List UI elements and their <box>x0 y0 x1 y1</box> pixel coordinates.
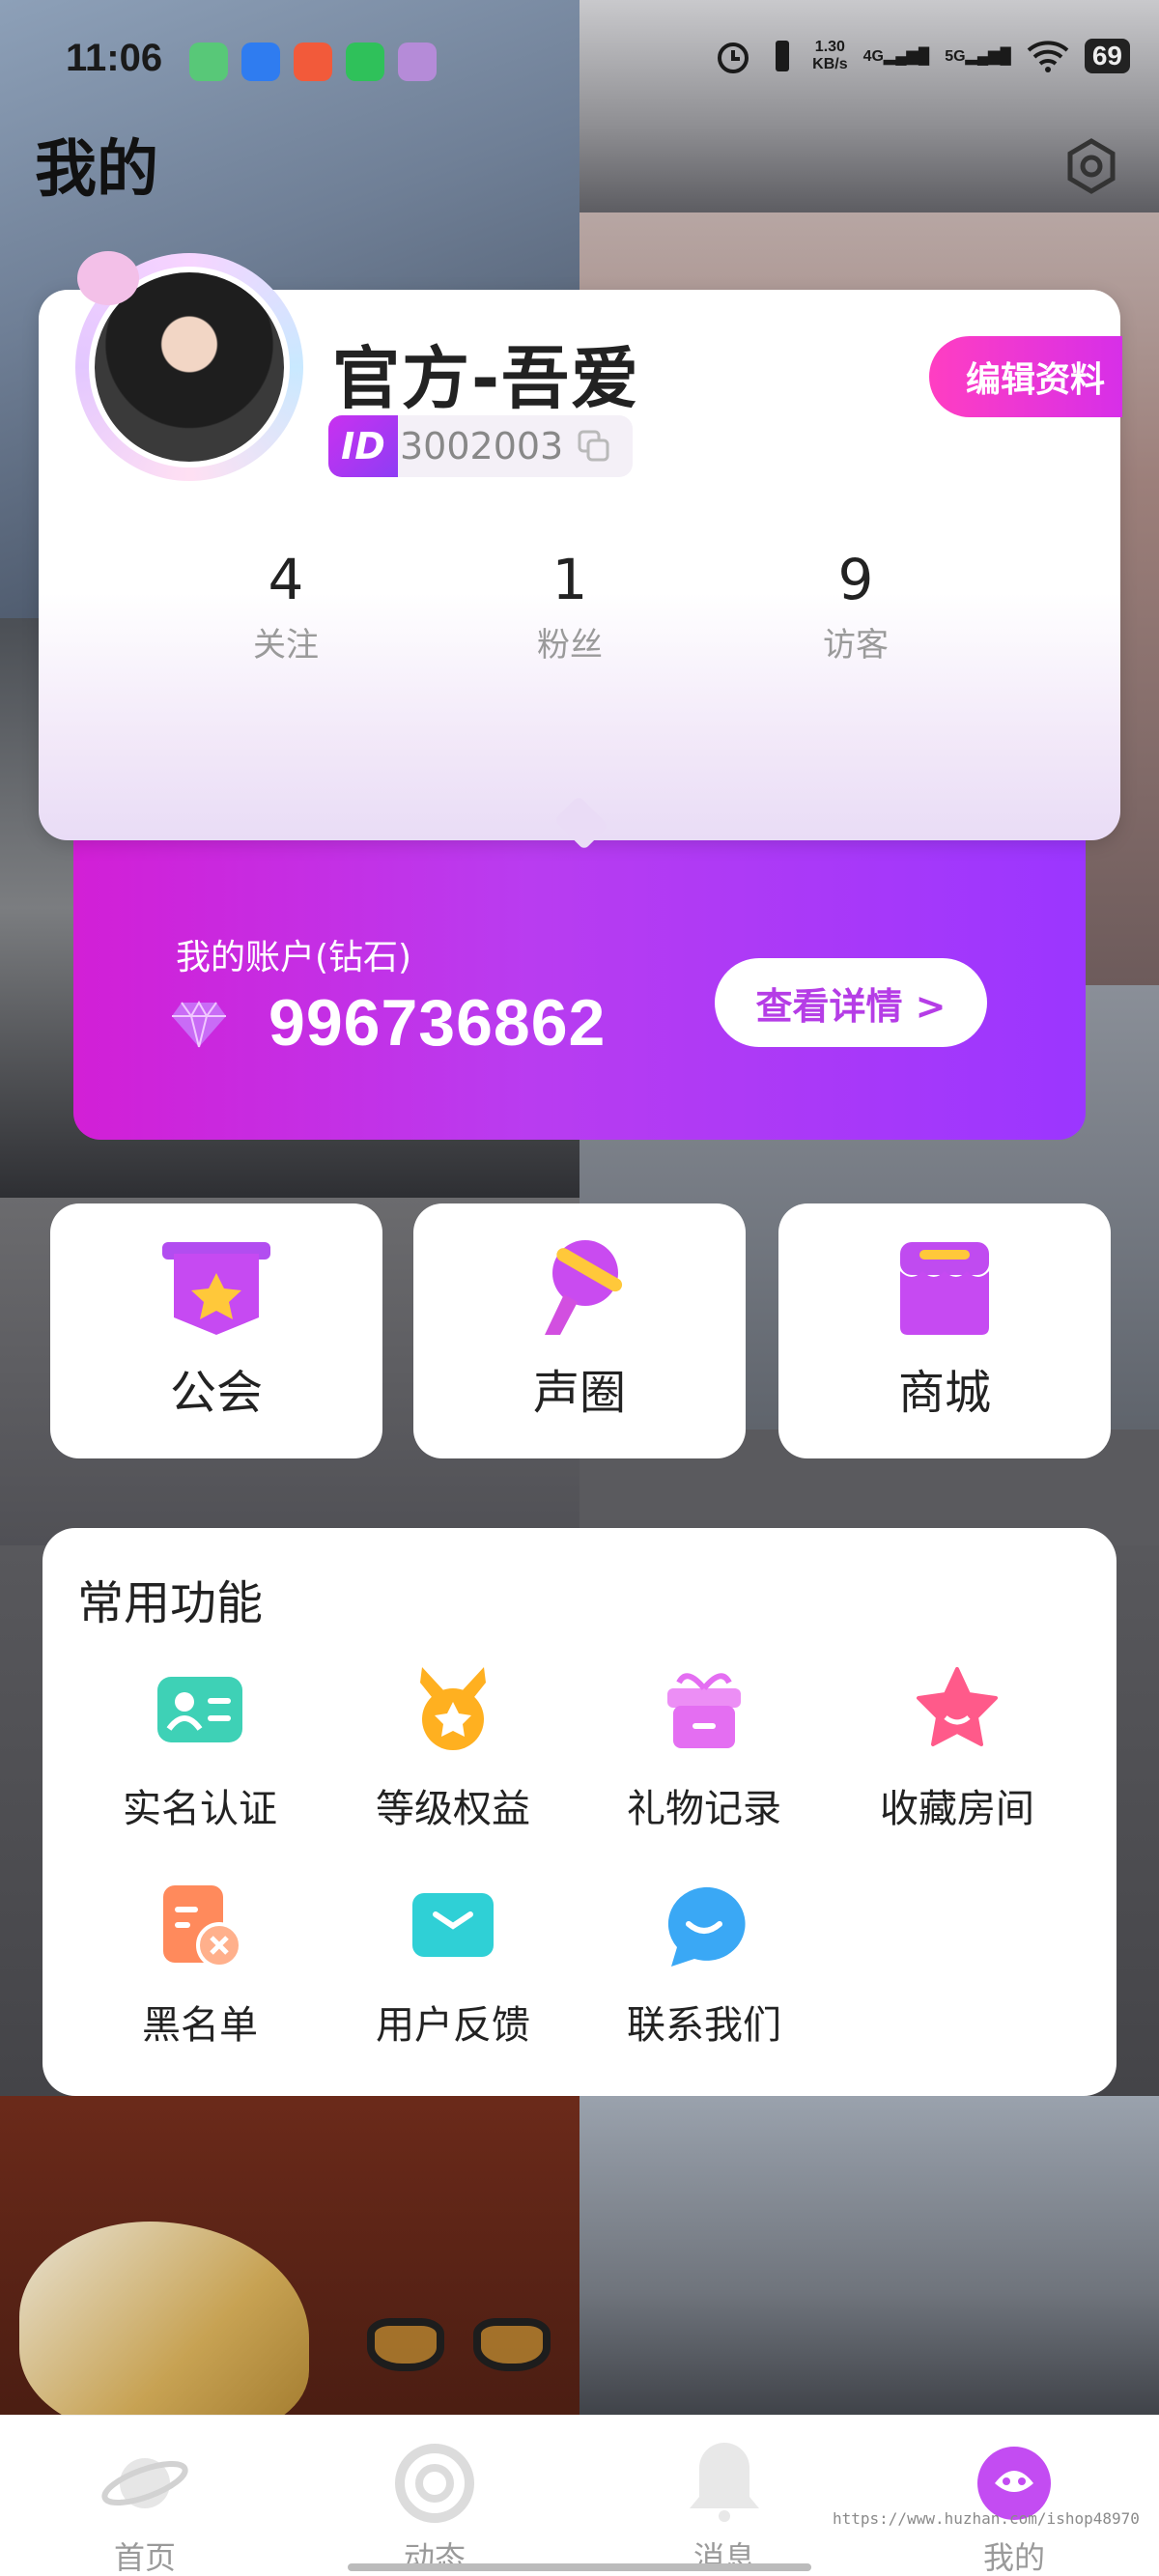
mail-icon <box>407 1880 499 1972</box>
tile-label: 商城 <box>897 1366 991 1420</box>
function-label: 礼物记录 <box>627 1787 781 1831</box>
function-label: 等级权益 <box>376 1787 530 1831</box>
tile-label: 声圈 <box>532 1366 626 1420</box>
app-notification-icon <box>294 42 332 81</box>
stat-value: 1 <box>551 547 588 612</box>
bottom-nav: 首页 动态 消息 我的 <box>0 2415 1159 2576</box>
microphone-icon <box>522 1234 637 1341</box>
background-glasses-image <box>367 2318 560 2376</box>
stat-label: 粉丝 <box>537 626 603 665</box>
stat-label: 访客 <box>823 626 889 665</box>
nav-mine[interactable]: 我的 <box>869 2416 1159 2576</box>
nav-moments[interactable]: 动态 <box>290 2416 580 2576</box>
function-label: 黑名单 <box>142 2003 258 2048</box>
vibrate-icon <box>776 41 790 71</box>
stat-following[interactable]: 4 关注 <box>189 547 382 665</box>
bell-icon <box>678 2435 771 2528</box>
wechat-icon <box>346 42 384 81</box>
function-label: 用户反馈 <box>376 2003 530 2048</box>
view-details-button[interactable]: 查看详情 > <box>715 958 987 1047</box>
blacklist-icon <box>154 1880 246 1972</box>
background-photo <box>580 2096 1159 2424</box>
user-nickname: 官方-吾爱 <box>332 339 641 418</box>
planet-icon <box>99 2435 191 2528</box>
function-label: 收藏房间 <box>880 1787 1034 1831</box>
stat-value: 9 <box>837 547 874 612</box>
page-title: 我的 <box>35 134 158 206</box>
app-notification-icon <box>398 42 437 81</box>
contact-us-item[interactable]: 联系我们 <box>583 1880 825 2050</box>
system-icons: 1.30 KB/s 4G▂▄▆█ 5G▂▄▆█ 69 <box>714 37 1130 75</box>
guild-banner-icon <box>158 1234 274 1341</box>
app-notification-icon <box>189 42 228 81</box>
stat-value: 4 <box>268 547 304 612</box>
sim1-signal: 4G▂▄▆█ <box>862 48 930 65</box>
real-name-verification-item[interactable]: 实名认证 <box>79 1663 321 1833</box>
gift-icon <box>658 1663 750 1756</box>
avatar-decoration-icon <box>77 251 139 305</box>
settings-button[interactable] <box>1062 137 1120 195</box>
nav-messages[interactable]: 消息 <box>580 2416 869 2576</box>
tile-label: 公会 <box>169 1366 263 1420</box>
diamond-icon <box>172 1000 226 1048</box>
ring-icon <box>388 2435 481 2528</box>
status-bar: 11:06 1.30 KB/s 4G▂▄▆█ 5G▂▄▆█ 69 <box>0 0 1159 116</box>
blacklist-item[interactable]: 黑名单 <box>79 1880 321 2050</box>
wifi-icon <box>1027 41 1069 72</box>
store-tile[interactable]: 商城 <box>778 1203 1111 1458</box>
status-time: 11:06 <box>66 37 163 79</box>
user-feedback-item[interactable]: 用户反馈 <box>332 1880 574 2050</box>
gift-records-item[interactable]: 礼物记录 <box>583 1663 825 1833</box>
star-icon <box>911 1663 1004 1756</box>
function-label: 联系我们 <box>627 2003 781 2048</box>
voice-circle-tile[interactable]: 声圈 <box>413 1203 746 1458</box>
nav-home[interactable]: 首页 <box>0 2416 290 2576</box>
home-indicator[interactable] <box>348 2563 811 2571</box>
function-label: 实名认证 <box>123 1787 277 1831</box>
guild-tile[interactable]: 公会 <box>50 1203 382 1458</box>
notification-app-icons <box>189 42 437 81</box>
account-label: 我的账户(钻石) <box>176 938 412 977</box>
network-speed: 1.30 KB/s <box>812 39 848 72</box>
stat-visitors[interactable]: 9 访客 <box>759 547 952 665</box>
hexagon-gear-icon <box>1067 138 1116 194</box>
watermark: https://www.huzhan.com/ishop48970 <box>833 2509 1140 2528</box>
store-icon <box>887 1234 1003 1341</box>
stat-label: 关注 <box>253 626 319 665</box>
id-card-icon <box>154 1663 246 1756</box>
favorite-rooms-item[interactable]: 收藏房间 <box>836 1663 1078 1833</box>
chat-bubble-icon <box>658 1880 750 1972</box>
medal-icon <box>407 1663 499 1756</box>
id-badge: ID <box>328 415 398 477</box>
app-notification-icon <box>241 42 280 81</box>
alarm-icon <box>718 42 749 73</box>
level-benefits-item[interactable]: 等级权益 <box>332 1663 574 1833</box>
copy-icon[interactable] <box>577 429 611 464</box>
nav-label: 首页 <box>113 2539 176 2576</box>
sim2-signal: 5G▂▄▆█ <box>945 48 1011 65</box>
battery-level: 69 <box>1084 39 1130 73</box>
section-title: 常用功能 <box>77 1576 264 1630</box>
stat-fans[interactable]: 1 粉丝 <box>473 547 666 665</box>
edit-profile-button[interactable]: 编辑资料 <box>929 336 1122 417</box>
nav-label: 我的 <box>982 2539 1045 2576</box>
diamond-balance: 996736862 <box>269 986 607 1060</box>
common-functions-panel: 常用功能 实名认证 等级权益 礼物记录 收藏房间 黑名单 用户反馈 联系我们 <box>42 1528 1117 2096</box>
user-id-row: ID 3002003 <box>328 415 634 477</box>
user-id: 3002003 <box>400 425 564 467</box>
